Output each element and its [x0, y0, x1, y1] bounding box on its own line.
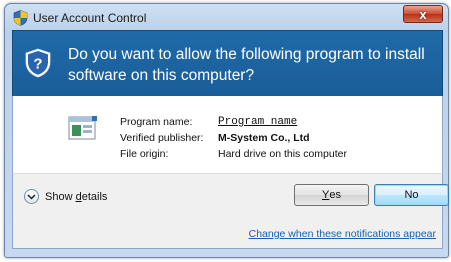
file-origin-value: Hard drive on this computer [218, 148, 347, 160]
header-band: ? Do you want to allow the following pro… [12, 30, 443, 98]
show-details-toggle[interactable]: Show details [24, 189, 107, 204]
notification-link-strip: Change when these notifications appear [12, 220, 443, 249]
program-window-icon [68, 116, 97, 140]
notification-settings-link[interactable]: Change when these notifications appear [249, 228, 436, 240]
uac-shield-question-icon: ? [25, 48, 51, 78]
yes-accesskey: Y [322, 189, 330, 201]
program-name-value: Program name [218, 116, 298, 128]
uac-dialog-window: User Account Control x ? Do you want to … [4, 3, 449, 258]
no-button[interactable]: No [374, 184, 449, 206]
svg-text:?: ? [33, 56, 42, 73]
show-details-label[interactable]: Show details [45, 191, 107, 203]
publisher-label: Verified publisher: [120, 132, 204, 144]
program-info-panel: Program name: Verified publisher: File o… [12, 96, 443, 173]
program-name-label: Program name: [120, 116, 193, 128]
yes-label: es [329, 189, 341, 201]
button-footer: Show details Yes No [12, 173, 449, 221]
uac-shield-icon [13, 10, 28, 26]
uac-question-text: Do you want to allow the following progr… [68, 46, 425, 84]
chevron-down-icon[interactable] [24, 189, 39, 204]
window-title: User Account Control [33, 11, 147, 25]
no-label: No [404, 189, 419, 201]
yes-button[interactable]: Yes [294, 184, 369, 206]
close-button[interactable]: x [403, 5, 443, 23]
title-bar[interactable]: User Account Control x [5, 4, 448, 30]
close-icon: x [419, 6, 427, 22]
file-origin-label: File origin: [120, 148, 169, 160]
program-info-values: Program name M-System Co., Ltd Hard driv… [218, 114, 347, 162]
publisher-value: M-System Co., Ltd [218, 132, 310, 144]
program-info-labels: Program name: Verified publisher: File o… [120, 114, 203, 162]
